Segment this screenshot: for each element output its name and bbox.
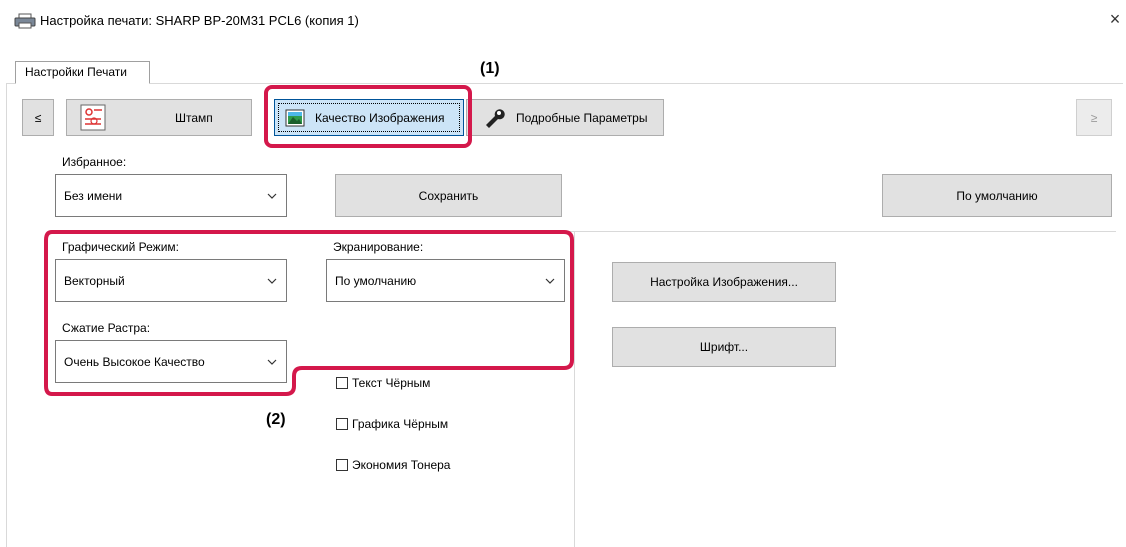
favorites-value: Без имени xyxy=(64,188,123,203)
toolbar-stamp-button[interactable]: Штамп xyxy=(66,99,252,136)
wrench-icon xyxy=(483,108,505,131)
panel-border xyxy=(6,84,7,547)
favorites-select[interactable]: Без имени xyxy=(55,174,287,217)
column-divider xyxy=(574,231,575,547)
favorites-label: Избранное: xyxy=(62,155,127,169)
toner-save-checkbox[interactable]: Экономия Тонера xyxy=(336,458,450,472)
save-button[interactable]: Сохранить xyxy=(335,174,562,217)
callout-1: (1) xyxy=(480,60,500,77)
chevron-down-icon xyxy=(266,190,278,202)
checkbox-box[interactable] xyxy=(336,418,348,430)
callout-2: (2) xyxy=(266,411,286,428)
checkbox-box[interactable] xyxy=(336,459,348,471)
image-adjust-button[interactable]: Настройка Изображения... xyxy=(612,262,836,302)
text-black-label: Текст Чёрным xyxy=(352,376,431,390)
printer-icon xyxy=(14,13,36,29)
text-black-checkbox[interactable]: Текст Чёрным xyxy=(336,376,430,390)
scroll-right-button[interactable]: ≥ xyxy=(1076,99,1112,136)
checkbox-box[interactable] xyxy=(336,377,348,389)
graphics-black-checkbox[interactable]: Графика Чёрным xyxy=(336,417,448,431)
font-button[interactable]: Шрифт... xyxy=(612,327,836,367)
default-button[interactable]: По умолчанию xyxy=(882,174,1112,217)
highlight-frame-1 xyxy=(264,85,472,148)
tab-strip-divider xyxy=(6,83,1123,84)
close-icon[interactable]: × xyxy=(1104,8,1126,30)
graphics-black-label: Графика Чёрным xyxy=(352,417,449,431)
window-title: Настройка печати: SHARP BP-20M31 PCL6 (к… xyxy=(40,13,359,28)
highlight-frame-2 xyxy=(44,230,574,396)
scroll-left-button[interactable]: ≤ xyxy=(22,99,54,136)
toolbar-stamp-label: Штамп xyxy=(175,111,213,125)
stamp-icon xyxy=(80,104,106,134)
toolbar-detailed-params-button[interactable]: Подробные Параметры xyxy=(466,99,664,136)
toolbar-detailed-params-label: Подробные Параметры xyxy=(516,111,648,125)
tab-print-settings[interactable]: Настройки Печати xyxy=(15,61,150,84)
toner-save-label: Экономия Тонера xyxy=(352,458,451,472)
